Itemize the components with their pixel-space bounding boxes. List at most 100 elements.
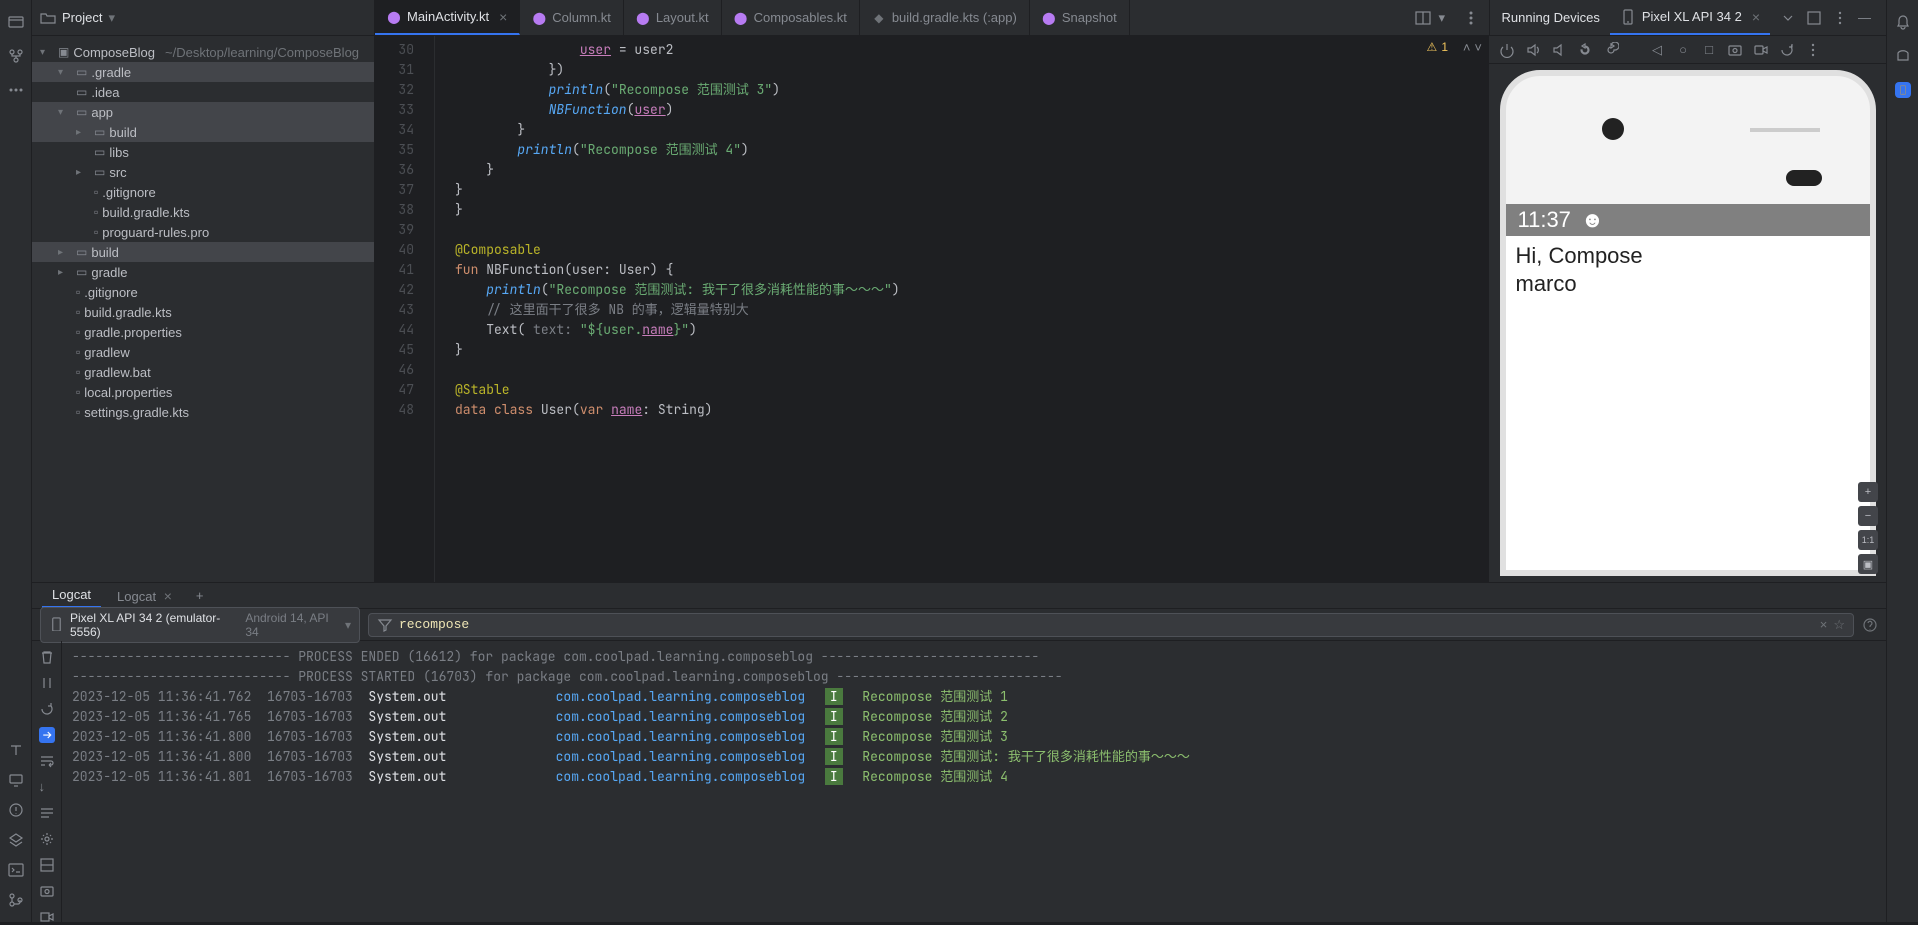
gradle-icon[interactable] — [1895, 48, 1911, 64]
code-line[interactable]: user = user2 — [455, 40, 1488, 60]
structure-tool-icon[interactable] — [8, 48, 24, 64]
code-line[interactable]: NBFunction(user) — [455, 100, 1488, 120]
log-line[interactable]: 2023-12-05 11:36:41.762 16703-16703 Syst… — [72, 687, 1876, 707]
volume-down-icon[interactable] — [1551, 42, 1567, 58]
log-line[interactable]: 2023-12-05 11:36:41.800 16703-16703 Syst… — [72, 747, 1876, 767]
logcat-tab-2[interactable]: Logcat × — [107, 584, 182, 608]
log-line[interactable]: 2023-12-05 11:36:41.800 16703-16703 Syst… — [72, 727, 1876, 747]
log-line[interactable]: 2023-12-05 11:36:41.801 16703-16703 Syst… — [72, 767, 1876, 787]
tree-item[interactable]: ▫.gitignore — [32, 182, 374, 202]
volume-up-icon[interactable] — [1525, 42, 1541, 58]
code-line[interactable]: }) — [455, 60, 1488, 80]
device-manager-icon[interactable] — [1895, 82, 1911, 98]
back-icon[interactable]: ◁ — [1649, 42, 1665, 58]
tree-item[interactable]: ▫proguard-rules.pro — [32, 222, 374, 242]
record-icon[interactable] — [1753, 42, 1769, 58]
tree-item[interactable]: ▭libs — [32, 142, 374, 162]
close-icon[interactable]: × — [499, 9, 507, 25]
restart-log-icon[interactable] — [39, 701, 55, 717]
tree-item[interactable]: ▫gradlew — [32, 342, 374, 362]
editor-tab[interactable]: ⬤Layout.kt — [624, 0, 722, 35]
settings-icon[interactable] — [39, 831, 55, 847]
code-line[interactable] — [455, 360, 1488, 380]
tree-item[interactable]: ▫build.gradle.kts — [32, 202, 374, 222]
code-line[interactable]: fun NBFunction(user: User) { — [455, 260, 1488, 280]
split-log-icon[interactable] — [39, 857, 55, 873]
editor-tab[interactable]: ⬤MainActivity.kt× — [375, 0, 520, 35]
prev-icon[interactable]: ↓ — [39, 779, 55, 795]
overview-icon[interactable]: □ — [1701, 42, 1717, 58]
editor-tab[interactable]: ⬤Column.kt — [520, 0, 624, 35]
log-line[interactable]: ---------------------------- PROCESS END… — [72, 647, 1876, 667]
logcat-tab-1[interactable]: Logcat — [42, 583, 101, 608]
inspect-tool-icon[interactable] — [8, 832, 24, 848]
scroll-end-icon[interactable] — [39, 727, 55, 743]
project-tool-icon[interactable] — [8, 14, 24, 30]
problems-tool-icon[interactable] — [8, 802, 24, 818]
code-line[interactable]: data class User(var name: String) — [455, 400, 1488, 420]
code-editor[interactable]: 30313233343536373839404142434445464748 u… — [375, 36, 1488, 582]
tree-item[interactable]: ▾▭.gradle — [32, 62, 374, 82]
logcat-output[interactable]: ---------------------------- PROCESS END… — [62, 641, 1886, 925]
tree-item[interactable]: ▭.idea — [32, 82, 374, 102]
more-tool-icon[interactable] — [8, 82, 24, 98]
device-selector[interactable]: Pixel XL API 34 2 (emulator-5556) Androi… — [40, 607, 360, 643]
more-vertical-icon[interactable] — [1832, 10, 1848, 26]
tree-item[interactable]: ▫gradlew.bat — [32, 362, 374, 382]
split-icon[interactable] — [1415, 10, 1431, 26]
clear-icon[interactable]: × — [1820, 617, 1828, 632]
code-line[interactable]: } — [455, 340, 1488, 360]
device-frame[interactable]: 11:37 ☻ Hi, Compose marco — [1500, 70, 1876, 576]
screenshot-log-icon[interactable] — [39, 883, 55, 899]
code-line[interactable]: // 这里面干了很多 NB 的事，逻辑量特别大 — [455, 300, 1488, 320]
zoom-reset-button[interactable]: 1:1 — [1858, 530, 1878, 550]
add-tab-button[interactable]: + — [188, 588, 212, 603]
star-icon[interactable]: ☆ — [1833, 617, 1845, 633]
tree-item[interactable]: ▸▭build — [32, 122, 374, 142]
run-tool-icon[interactable] — [8, 772, 24, 788]
code-line[interactable]: Text( text: "${user.name}") — [455, 320, 1488, 340]
window-icon[interactable] — [1806, 10, 1822, 26]
more-vertical-icon[interactable] — [1463, 10, 1479, 26]
code-line[interactable]: } — [455, 180, 1488, 200]
vcs-tool-icon[interactable] — [8, 892, 24, 908]
zoom-in-button[interactable]: + — [1858, 482, 1878, 502]
soft-wrap-icon[interactable] — [39, 805, 55, 821]
clear-log-icon[interactable] — [39, 649, 55, 665]
project-header[interactable]: Project ▾ — [32, 0, 375, 35]
screenshot-icon[interactable] — [1727, 42, 1743, 58]
code-line[interactable]: } — [455, 120, 1488, 140]
editor-tab[interactable]: ◆build.gradle.kts (:app) — [860, 0, 1030, 35]
code-line[interactable]: println("Recompose 范围测试 4") — [455, 140, 1488, 160]
tree-item[interactable]: ▫settings.gradle.kts — [32, 402, 374, 422]
code-line[interactable]: println("Recompose 范围测试 3") — [455, 80, 1488, 100]
tree-item[interactable]: ▫local.properties — [32, 382, 374, 402]
record-log-icon[interactable] — [39, 909, 55, 925]
tree-item[interactable]: ▸▭src — [32, 162, 374, 182]
notifications-icon[interactable] — [1895, 14, 1911, 30]
home-icon[interactable]: ○ — [1675, 42, 1691, 58]
log-line[interactable]: 2023-12-05 11:36:41.765 16703-16703 Syst… — [72, 707, 1876, 727]
pause-log-icon[interactable] — [39, 675, 55, 691]
code-lines[interactable]: user = user2 }) println("Recompose 范围测试 … — [435, 36, 1488, 582]
code-line[interactable]: @Composable — [455, 240, 1488, 260]
minimize-icon[interactable]: — — [1858, 10, 1874, 26]
code-line[interactable]: } — [455, 160, 1488, 180]
tree-item[interactable]: ▸▭build — [32, 242, 374, 262]
wrap-icon[interactable] — [39, 753, 55, 769]
rotate-left-icon[interactable] — [1577, 42, 1593, 58]
tree-root[interactable]: ▾ ▣ ComposeBlog ~/Desktop/learning/Compo… — [32, 42, 374, 62]
more-vertical-icon[interactable] — [1805, 42, 1821, 58]
filter-input[interactable] — [399, 617, 1814, 632]
terminal-tool-icon[interactable] — [8, 862, 24, 878]
zoom-out-button[interactable]: − — [1858, 506, 1878, 526]
device-tab[interactable]: Pixel XL API 34 2 × — [1610, 0, 1770, 35]
expand-icon[interactable] — [1780, 10, 1796, 26]
power-icon[interactable] — [1499, 42, 1515, 58]
code-line[interactable]: } — [455, 200, 1488, 220]
device-content[interactable]: Hi, Compose marco — [1506, 236, 1870, 570]
code-line[interactable]: println("Recompose 范围测试: 我干了很多消耗性能的事～～～"… — [455, 280, 1488, 300]
tree-item[interactable]: ▫gradle.properties — [32, 322, 374, 342]
rotate-right-icon[interactable] — [1603, 42, 1619, 58]
tree-item[interactable]: ▫build.gradle.kts — [32, 302, 374, 322]
